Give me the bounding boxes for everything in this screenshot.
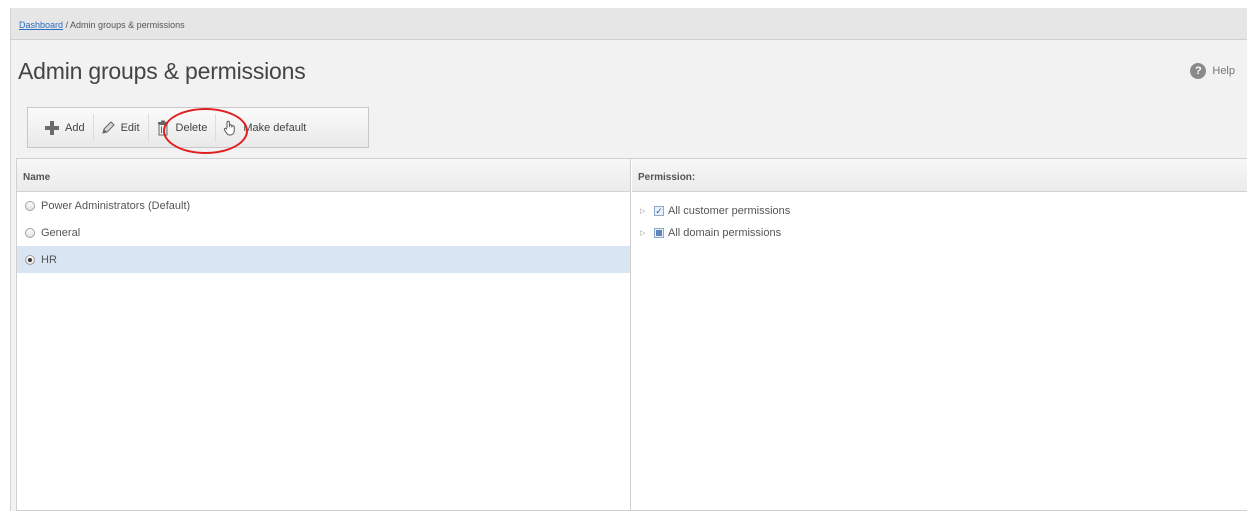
radio-button[interactable] [25, 200, 35, 211]
expand-arrow-icon[interactable]: ▷ [640, 207, 650, 215]
pencil-icon [100, 120, 116, 136]
groups-pane: Name Power Administrators (Default) Gene… [17, 159, 631, 510]
permission-checkbox[interactable] [654, 228, 664, 238]
group-row-hr[interactable]: HR [17, 246, 630, 273]
plus-icon [44, 120, 60, 136]
hand-pointer-icon [222, 120, 238, 136]
breadcrumb-dashboard-link[interactable]: Dashboard [19, 20, 63, 30]
group-row-general[interactable]: General [17, 219, 630, 246]
group-name: Power Administrators (Default) [41, 199, 191, 212]
name-column-header: Name [17, 159, 630, 192]
delete-button[interactable]: Delete [149, 113, 217, 142]
permission-column-header: Permission: [632, 159, 1247, 192]
app-frame: Dashboard / Admin groups & permissions A… [10, 8, 1247, 511]
group-name: General [41, 226, 81, 239]
expand-arrow-icon[interactable]: ▷ [640, 229, 650, 237]
group-row-power-administrators[interactable]: Power Administrators (Default) [17, 192, 630, 219]
make-default-button-label: Make default [243, 121, 307, 134]
help-icon: ? [1190, 63, 1207, 79]
delete-button-label: Delete [175, 121, 208, 134]
page-title: Admin groups & permissions [18, 58, 306, 84]
help-button[interactable]: ? Help [1190, 63, 1235, 79]
permission-tree: ▷ All customer permissions ▷ All domain … [632, 192, 1247, 244]
edit-button-label: Edit [120, 121, 140, 134]
permissions-pane: Permission: ▷ All customer permissions ▷… [632, 159, 1247, 510]
permission-label: All domain permissions [668, 227, 782, 239]
add-button-label: Add [65, 121, 85, 134]
radio-button[interactable] [25, 227, 35, 238]
breadcrumb-current: Admin groups & permissions [70, 20, 185, 30]
add-button[interactable]: Add [38, 113, 94, 142]
permission-tree-item: ▷ All domain permissions [640, 222, 1247, 244]
radio-button[interactable] [25, 254, 35, 265]
breadcrumb-separator: / [63, 20, 71, 30]
content-panes: Name Power Administrators (Default) Gene… [16, 158, 1247, 511]
group-list: Power Administrators (Default) General H… [17, 192, 630, 273]
help-label: Help [1212, 65, 1235, 77]
group-name: HR [41, 253, 57, 266]
toolbar: Add Edit Delete Make default [27, 107, 369, 148]
trash-icon [155, 120, 171, 136]
breadcrumb: Dashboard / Admin groups & permissions [11, 8, 1247, 40]
permission-checkbox[interactable] [654, 206, 664, 216]
permission-label: All customer permissions [668, 205, 791, 217]
edit-button[interactable]: Edit [94, 113, 149, 142]
make-default-button[interactable]: Make default [216, 114, 314, 142]
permission-tree-item: ▷ All customer permissions [640, 200, 1247, 222]
